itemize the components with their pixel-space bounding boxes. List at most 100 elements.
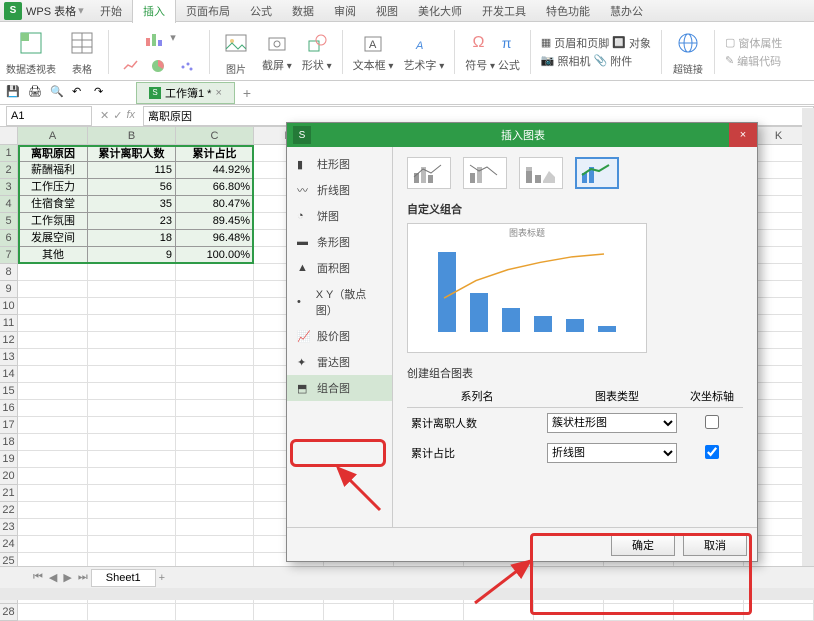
dialog-titlebar[interactable]: S 插入图表 ×: [287, 123, 757, 147]
cell[interactable]: [176, 315, 254, 332]
cell[interactable]: [176, 604, 254, 621]
sheet-nav-first[interactable]: ⏮: [30, 571, 46, 584]
vertical-scrollbar[interactable]: [802, 108, 814, 566]
cell[interactable]: 44.92%: [176, 162, 254, 179]
subtype-thumb[interactable]: [519, 157, 563, 189]
cell[interactable]: [88, 281, 176, 298]
cell[interactable]: [18, 298, 88, 315]
series-type-select[interactable]: 簇状柱形图: [547, 413, 677, 433]
row-header[interactable]: 19: [0, 451, 18, 468]
cell[interactable]: [176, 366, 254, 383]
ok-button[interactable]: 确定: [611, 534, 675, 556]
cell[interactable]: [88, 400, 176, 417]
menu-tab-开发工具[interactable]: 开发工具: [472, 0, 536, 23]
cell[interactable]: [18, 315, 88, 332]
ribbon-table[interactable]: 表格: [66, 27, 98, 76]
cell[interactable]: [176, 519, 254, 536]
row-header[interactable]: 21: [0, 485, 18, 502]
sheet-nav-last[interactable]: ⏭: [75, 571, 91, 584]
cell[interactable]: [88, 366, 176, 383]
print-icon[interactable]: 🖨: [28, 85, 44, 101]
row-header[interactable]: 13: [0, 349, 18, 366]
menu-tab-插入[interactable]: 插入: [132, 0, 176, 23]
cell[interactable]: 住宿食堂: [18, 196, 88, 213]
row-header[interactable]: 1: [0, 145, 18, 162]
row-header[interactable]: 28: [0, 604, 18, 621]
new-sheet-button[interactable]: +: [156, 572, 168, 584]
cell[interactable]: [88, 298, 176, 315]
cell[interactable]: [176, 264, 254, 281]
menu-tab-慧办公[interactable]: 慧办公: [600, 0, 653, 23]
chart-type-item[interactable]: ◔饼图: [287, 203, 392, 229]
cell[interactable]: [18, 604, 88, 621]
chart-type-item[interactable]: 〰折线图: [287, 177, 392, 203]
subtype-thumb-selected[interactable]: [575, 157, 619, 189]
cell[interactable]: [744, 604, 814, 621]
cell[interactable]: [176, 417, 254, 434]
preview-icon[interactable]: 🔍: [50, 85, 66, 101]
cell[interactable]: [18, 417, 88, 434]
menu-tab-特色功能[interactable]: 特色功能: [536, 0, 600, 23]
cell[interactable]: [18, 349, 88, 366]
menu-tab-数据[interactable]: 数据: [282, 0, 324, 23]
cell[interactable]: 35: [88, 196, 176, 213]
cell[interactable]: 80.47%: [176, 196, 254, 213]
dialog-close-button[interactable]: ×: [729, 123, 757, 147]
row-header[interactable]: 15: [0, 383, 18, 400]
cell[interactable]: [88, 536, 176, 553]
cell[interactable]: 工作压力: [18, 179, 88, 196]
cell[interactable]: [88, 434, 176, 451]
cell[interactable]: [18, 281, 88, 298]
ribbon-screenshot[interactable]: 截屏 ▾: [262, 31, 292, 73]
cell[interactable]: 23: [88, 213, 176, 230]
new-tab-button[interactable]: +: [243, 85, 251, 101]
chart-type-item[interactable]: ✦雷达图: [287, 349, 392, 375]
cell[interactable]: [176, 451, 254, 468]
cell[interactable]: 离职原因: [18, 145, 88, 162]
cell[interactable]: [176, 332, 254, 349]
ribbon-picture[interactable]: 图片: [220, 27, 252, 76]
cell[interactable]: [88, 332, 176, 349]
cell[interactable]: [674, 604, 744, 621]
cell[interactable]: 累计离职人数: [88, 145, 176, 162]
cell[interactable]: [18, 332, 88, 349]
cell[interactable]: [18, 468, 88, 485]
col-header-B[interactable]: B: [88, 127, 176, 144]
ribbon-textbox[interactable]: A 文本框 ▾: [353, 31, 394, 73]
cell[interactable]: [88, 451, 176, 468]
cell[interactable]: 96.48%: [176, 230, 254, 247]
cell[interactable]: [88, 468, 176, 485]
cell[interactable]: 薪酬福利: [18, 162, 88, 179]
save-icon[interactable]: 💾: [6, 85, 22, 101]
sheet-nav-next[interactable]: ▶: [60, 571, 74, 584]
cell[interactable]: [176, 298, 254, 315]
undo-icon[interactable]: ↶: [72, 85, 88, 101]
row-header[interactable]: 8: [0, 264, 18, 281]
ribbon-chart-gallery[interactable]: ▾: [119, 26, 199, 78]
menu-tab-美化大师[interactable]: 美化大师: [408, 0, 472, 23]
ribbon-header-footer-group[interactable]: ▦页眉和页脚 🔲对象 📷照相机 📎附件: [541, 35, 651, 69]
cell[interactable]: [18, 536, 88, 553]
cell[interactable]: 66.80%: [176, 179, 254, 196]
row-header[interactable]: 12: [0, 332, 18, 349]
row-header[interactable]: 20: [0, 468, 18, 485]
cell[interactable]: [88, 485, 176, 502]
cell[interactable]: [254, 604, 324, 621]
cell[interactable]: 100.00%: [176, 247, 254, 264]
cell[interactable]: 9: [88, 247, 176, 264]
cell[interactable]: [176, 349, 254, 366]
horizontal-scrollbar[interactable]: [0, 588, 814, 600]
row-header[interactable]: 16: [0, 400, 18, 417]
subtype-thumb[interactable]: [407, 157, 451, 189]
cell[interactable]: 89.45%: [176, 213, 254, 230]
cell[interactable]: [88, 417, 176, 434]
cancel-fx-icon[interactable]: ✕: [100, 109, 109, 122]
ribbon-pivot-table[interactable]: 数据透视表: [6, 27, 56, 76]
app-dropdown-icon[interactable]: ▾: [78, 4, 84, 17]
close-icon[interactable]: ×: [215, 87, 221, 99]
cell[interactable]: [88, 349, 176, 366]
cell[interactable]: [534, 604, 604, 621]
ribbon-hyperlink[interactable]: 超链接: [672, 27, 704, 76]
cell[interactable]: [176, 485, 254, 502]
col-header-A[interactable]: A: [18, 127, 88, 144]
